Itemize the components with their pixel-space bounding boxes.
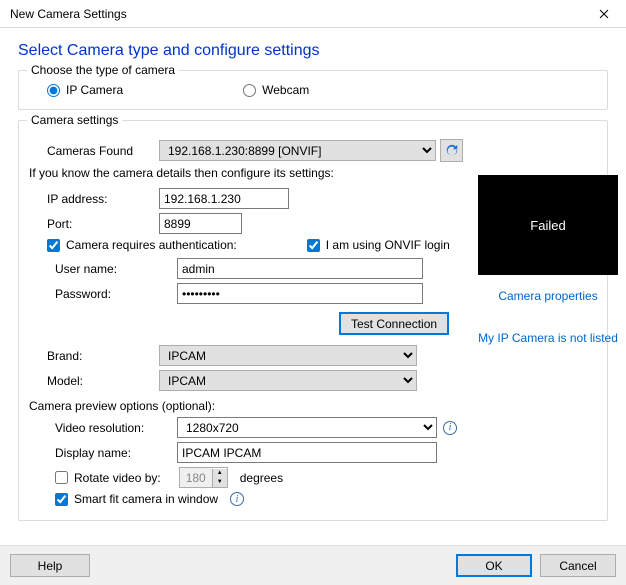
info-icon[interactable]: i — [230, 492, 244, 506]
password-input[interactable] — [177, 283, 423, 304]
info-icon[interactable]: i — [443, 421, 457, 435]
ip-label: IP address: — [29, 192, 159, 206]
cameras-found-select[interactable]: 192.168.1.230:8899 [ONVIF] — [159, 140, 436, 161]
auth-checkbox[interactable]: Camera requires authentication: — [47, 238, 237, 252]
password-label: Password: — [29, 287, 177, 301]
radio-webcam[interactable]: Webcam — [243, 83, 309, 97]
dialog-footer: Help OK Cancel — [0, 545, 626, 585]
cameras-found-label: Cameras Found — [29, 144, 159, 158]
onvif-checkbox-input[interactable] — [307, 239, 320, 252]
preview-options-heading: Camera preview options (optional): — [29, 399, 463, 413]
refresh-icon — [445, 144, 459, 158]
camera-settings-group: Camera settings Cameras Found 192.168.1.… — [18, 120, 608, 521]
dialog-content: Select Camera type and configure setting… — [0, 28, 626, 545]
rotate-suffix: degrees — [240, 471, 283, 485]
camera-preview: Failed — [478, 175, 618, 275]
camera-settings-legend: Camera settings — [27, 113, 122, 127]
username-label: User name: — [29, 262, 177, 276]
help-button[interactable]: Help — [10, 554, 90, 577]
onvif-checkbox[interactable]: I am using ONVIF login — [307, 238, 450, 252]
close-button[interactable] — [582, 0, 626, 28]
brand-label: Brand: — [29, 349, 159, 363]
radio-ip-camera[interactable]: IP Camera — [47, 83, 123, 97]
radio-webcam-label: Webcam — [262, 83, 309, 97]
resolution-select[interactable]: 1280x720 — [177, 417, 437, 438]
rotate-checkbox[interactable] — [55, 471, 68, 484]
brand-select[interactable]: IPCAM — [159, 345, 417, 366]
camera-type-legend: Choose the type of camera — [27, 63, 179, 77]
page-heading: Select Camera type and configure setting… — [18, 42, 608, 60]
radio-ip-camera-input[interactable] — [47, 84, 60, 97]
auth-checkbox-label: Camera requires authentication: — [66, 238, 237, 252]
onvif-checkbox-label: I am using ONVIF login — [326, 238, 450, 252]
rotate-value — [180, 468, 212, 487]
smartfit-checkbox[interactable] — [55, 493, 68, 506]
radio-webcam-input[interactable] — [243, 84, 256, 97]
cancel-button[interactable]: Cancel — [540, 554, 616, 577]
titlebar: New Camera Settings — [0, 0, 626, 28]
ok-button[interactable]: OK — [456, 554, 532, 577]
auth-checkbox-input[interactable] — [47, 239, 60, 252]
rotate-label: Rotate video by: — [74, 471, 161, 485]
test-connection-button[interactable]: Test Connection — [339, 312, 449, 335]
preview-status: Failed — [530, 218, 565, 233]
close-icon — [599, 9, 609, 19]
display-name-input[interactable] — [177, 442, 437, 463]
port-label: Port: — [29, 217, 159, 231]
radio-ip-camera-label: IP Camera — [66, 83, 123, 97]
username-input[interactable] — [177, 258, 423, 279]
resolution-label: Video resolution: — [29, 421, 177, 435]
camera-properties-link[interactable]: Camera properties — [478, 289, 618, 303]
model-label: Model: — [29, 374, 159, 388]
ip-input[interactable] — [159, 188, 289, 209]
settings-hint: If you know the camera details then conf… — [29, 166, 463, 180]
spinner-arrows[interactable]: ▲▼ — [212, 469, 227, 487]
smartfit-label: Smart fit camera in window — [74, 492, 218, 506]
display-name-label: Display name: — [29, 446, 177, 460]
refresh-button[interactable] — [440, 139, 463, 162]
camera-type-group: Choose the type of camera IP Camera Webc… — [18, 70, 608, 110]
port-input[interactable] — [159, 213, 242, 234]
not-listed-link[interactable]: My IP Camera is not listed — [478, 331, 618, 345]
model-select[interactable]: IPCAM — [159, 370, 417, 391]
window-title: New Camera Settings — [10, 7, 127, 21]
rotate-spinner[interactable]: ▲▼ — [179, 467, 228, 488]
